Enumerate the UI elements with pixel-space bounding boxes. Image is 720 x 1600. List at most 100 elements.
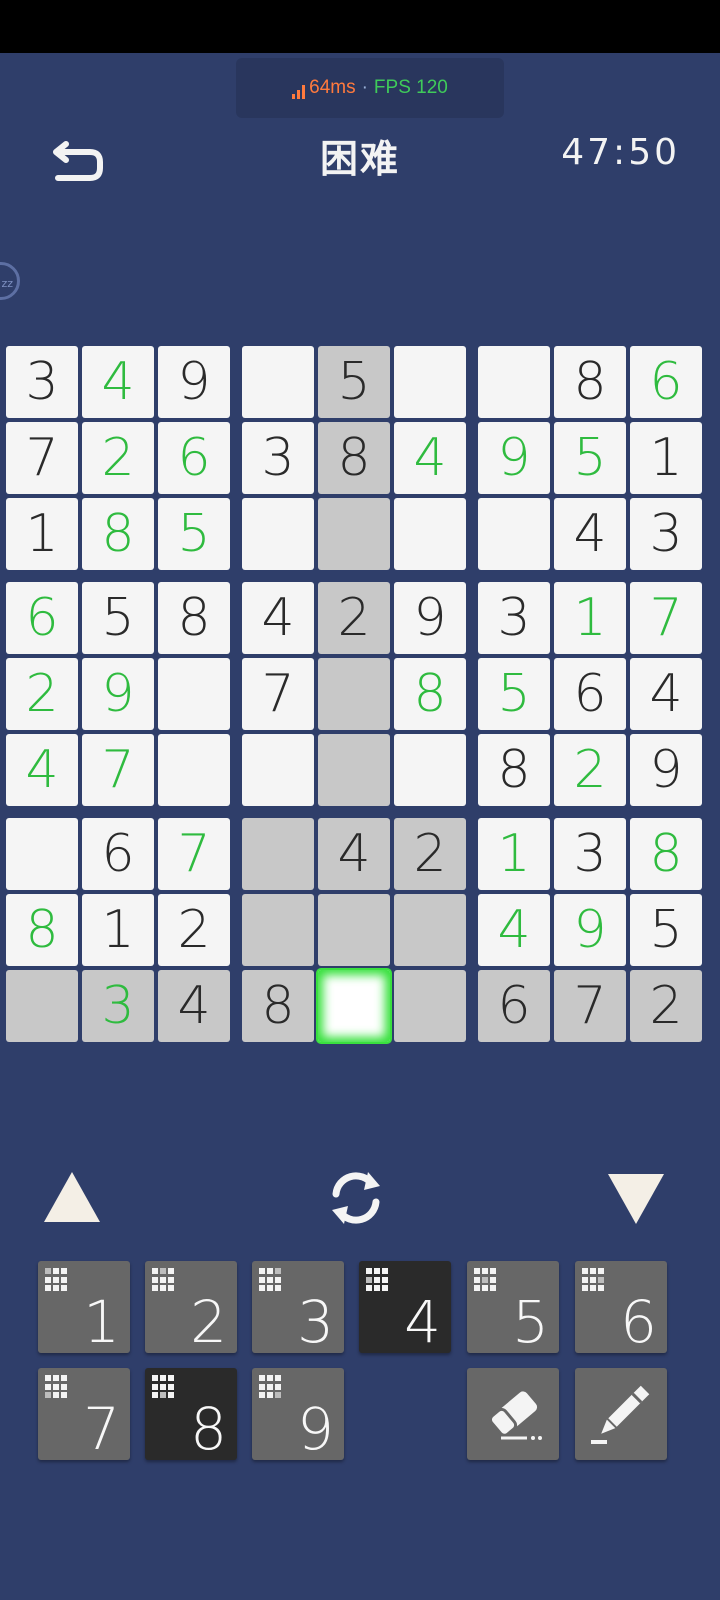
sudoku-cell[interactable]: 8 xyxy=(158,582,230,654)
sudoku-cell[interactable]: 4 xyxy=(158,970,230,1042)
notes-grid-icon xyxy=(259,1375,283,1399)
sudoku-cell[interactable]: 6 xyxy=(630,346,702,418)
sudoku-cell[interactable]: 2 xyxy=(630,970,702,1042)
number-button-7[interactable]: 7 xyxy=(38,1368,130,1460)
sudoku-cell[interactable]: 3 xyxy=(82,970,154,1042)
sudoku-cell[interactable]: 9 xyxy=(630,734,702,806)
sudoku-cell[interactable]: 5 xyxy=(158,498,230,570)
sudoku-cell[interactable]: 3 xyxy=(478,582,550,654)
sudoku-cell[interactable]: 8 xyxy=(630,818,702,890)
sudoku-cell[interactable] xyxy=(242,734,314,806)
sudoku-cell[interactable]: 4 xyxy=(242,582,314,654)
number-button-6[interactable]: 6 xyxy=(575,1261,667,1353)
sudoku-cell[interactable] xyxy=(394,498,466,570)
sudoku-cell[interactable]: 4 xyxy=(6,734,78,806)
sudoku-cell[interactable]: 8 xyxy=(82,498,154,570)
sudoku-cell[interactable]: 4 xyxy=(630,658,702,730)
sudoku-cell[interactable]: 2 xyxy=(82,422,154,494)
sudoku-cell[interactable]: 7 xyxy=(158,818,230,890)
sudoku-cell[interactable]: 9 xyxy=(82,658,154,730)
sudoku-cell[interactable]: 1 xyxy=(630,422,702,494)
sudoku-cell[interactable]: 6 xyxy=(82,818,154,890)
sudoku-cell[interactable]: 7 xyxy=(630,582,702,654)
sudoku-cell[interactable]: 5 xyxy=(318,346,390,418)
sudoku-cell[interactable]: 7 xyxy=(6,422,78,494)
sudoku-cell[interactable]: 4 xyxy=(318,818,390,890)
number-button-3[interactable]: 3 xyxy=(252,1261,344,1353)
sudoku-cell[interactable] xyxy=(242,894,314,966)
number-button-5[interactable]: 5 xyxy=(467,1261,559,1353)
sudoku-cell[interactable]: 9 xyxy=(554,894,626,966)
back-button[interactable] xyxy=(52,138,108,186)
sudoku-cell[interactable]: 8 xyxy=(478,734,550,806)
sleep-badge[interactable]: zz xyxy=(0,262,20,300)
sudoku-cell[interactable]: 8 xyxy=(6,894,78,966)
sudoku-cell[interactable]: 4 xyxy=(554,498,626,570)
sudoku-cell[interactable]: 8 xyxy=(242,970,314,1042)
sudoku-cell[interactable] xyxy=(394,346,466,418)
sudoku-cell[interactable]: 2 xyxy=(318,582,390,654)
sudoku-cell[interactable]: 7 xyxy=(242,658,314,730)
number-button-1[interactable]: 1 xyxy=(38,1261,130,1353)
sudoku-cell[interactable] xyxy=(6,970,78,1042)
sudoku-cell[interactable] xyxy=(242,818,314,890)
sudoku-cell[interactable] xyxy=(158,734,230,806)
sudoku-cell[interactable]: 4 xyxy=(394,422,466,494)
sudoku-cell[interactable]: 6 xyxy=(6,582,78,654)
sudoku-cell[interactable]: 8 xyxy=(554,346,626,418)
sudoku-cell[interactable]: 9 xyxy=(394,582,466,654)
triangle-down-icon[interactable] xyxy=(604,1170,668,1228)
number-button-8[interactable]: 8 xyxy=(145,1368,237,1460)
pencil-button[interactable] xyxy=(575,1368,667,1460)
sudoku-cell[interactable]: 5 xyxy=(554,422,626,494)
sudoku-cell[interactable]: 6 xyxy=(158,422,230,494)
number-button-label: 5 xyxy=(512,1288,549,1356)
sudoku-cell[interactable] xyxy=(478,346,550,418)
number-button-4[interactable]: 4 xyxy=(359,1261,451,1353)
sudoku-cell[interactable]: 7 xyxy=(82,734,154,806)
sudoku-cell[interactable]: 8 xyxy=(318,422,390,494)
rotate-icon[interactable] xyxy=(322,1164,390,1232)
sudoku-cell[interactable] xyxy=(242,498,314,570)
sudoku-cell[interactable] xyxy=(318,658,390,730)
sudoku-cell[interactable] xyxy=(318,734,390,806)
sudoku-cell[interactable]: 9 xyxy=(478,422,550,494)
sudoku-cell[interactable] xyxy=(6,818,78,890)
sudoku-cell[interactable]: 2 xyxy=(6,658,78,730)
sudoku-cell[interactable]: 1 xyxy=(478,818,550,890)
sudoku-cell[interactable]: 1 xyxy=(554,582,626,654)
sudoku-cell[interactable]: 1 xyxy=(82,894,154,966)
number-button-2[interactable]: 2 xyxy=(145,1261,237,1353)
sudoku-cell[interactable]: 2 xyxy=(158,894,230,966)
sudoku-cell[interactable]: 1 xyxy=(6,498,78,570)
sudoku-cell[interactable]: 2 xyxy=(554,734,626,806)
triangle-up-icon[interactable] xyxy=(40,1168,104,1226)
sudoku-cell[interactable]: 7 xyxy=(554,970,626,1042)
number-button-9[interactable]: 9 xyxy=(252,1368,344,1460)
sudoku-cell[interactable]: 3 xyxy=(242,422,314,494)
sudoku-cell[interactable]: 5 xyxy=(478,658,550,730)
sudoku-cell[interactable]: 2 xyxy=(394,818,466,890)
sudoku-cell[interactable]: 3 xyxy=(630,498,702,570)
eraser-button[interactable] xyxy=(467,1368,559,1460)
sudoku-cell[interactable]: 4 xyxy=(478,894,550,966)
sudoku-cell[interactable]: 3 xyxy=(554,818,626,890)
fps-value: FPS 120 xyxy=(373,77,448,98)
sudoku-cell[interactable] xyxy=(394,734,466,806)
sudoku-cell[interactable] xyxy=(394,894,466,966)
selected-cell[interactable] xyxy=(318,970,390,1042)
sudoku-cell[interactable]: 4 xyxy=(82,346,154,418)
sudoku-cell[interactable] xyxy=(242,346,314,418)
sudoku-cell[interactable]: 6 xyxy=(478,970,550,1042)
sudoku-cell[interactable]: 3 xyxy=(6,346,78,418)
sudoku-cell[interactable] xyxy=(318,894,390,966)
sudoku-cell[interactable]: 9 xyxy=(158,346,230,418)
sudoku-cell[interactable]: 8 xyxy=(394,658,466,730)
sudoku-cell[interactable]: 5 xyxy=(630,894,702,966)
sudoku-cell[interactable] xyxy=(318,498,390,570)
sudoku-cell[interactable] xyxy=(478,498,550,570)
sudoku-cell[interactable]: 5 xyxy=(82,582,154,654)
sudoku-cell[interactable]: 6 xyxy=(554,658,626,730)
sudoku-cell[interactable] xyxy=(158,658,230,730)
sudoku-cell[interactable] xyxy=(394,970,466,1042)
